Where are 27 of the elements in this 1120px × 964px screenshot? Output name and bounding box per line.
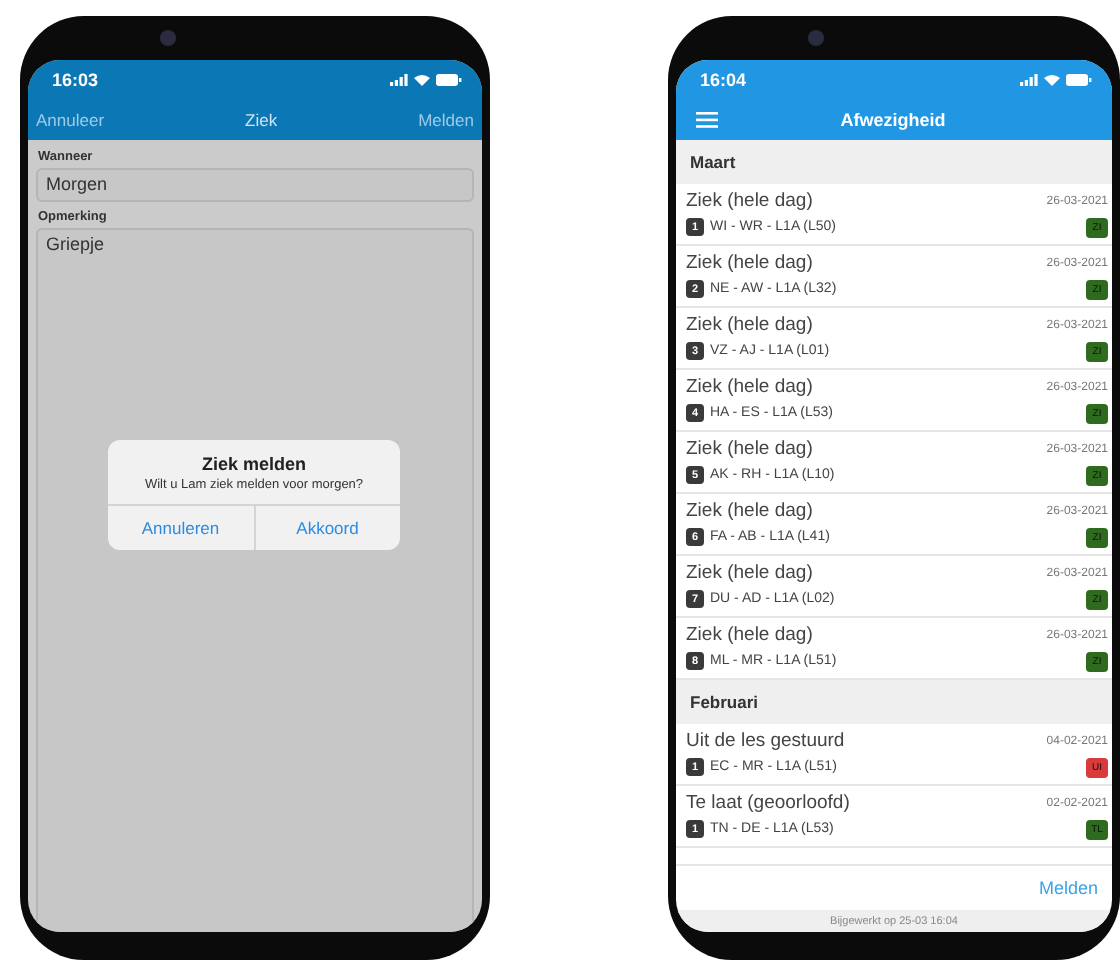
wifi-icon bbox=[414, 74, 430, 86]
absence-title: Ziek (hele dag) bbox=[686, 314, 815, 337]
absence-title: Ziek (hele dag) bbox=[686, 562, 815, 585]
input-field[interactable]: Morgen bbox=[36, 168, 474, 202]
signal-icon bbox=[390, 74, 408, 86]
camera-icon bbox=[160, 30, 176, 46]
absence-title: Te laat (geoorloofd) bbox=[686, 792, 852, 815]
absence-title: Ziek (hele dag) bbox=[686, 252, 815, 275]
screen-title: Ziek bbox=[245, 110, 278, 130]
camera-icon bbox=[808, 30, 824, 46]
absence-title: Ziek (hele dag) bbox=[686, 500, 815, 523]
absence-title: Ziek (hele dag) bbox=[686, 376, 815, 399]
absence-title: Ziek (hele dag) bbox=[686, 190, 815, 213]
status-time: 16:03 bbox=[52, 70, 99, 90]
absence-title: Ziek (hele dag) bbox=[686, 438, 815, 461]
section-header: Februari bbox=[676, 680, 1112, 724]
section-header: Maart bbox=[676, 140, 1112, 184]
screen-title: Afwezigheid bbox=[838, 110, 948, 130]
dialog-title: Ziek melden bbox=[201, 454, 307, 474]
absence-title: Uit de les gestuurd bbox=[686, 730, 847, 753]
menu-icon[interactable] bbox=[696, 112, 718, 128]
absence-title: Ziek (hele dag) bbox=[686, 624, 815, 647]
status-time: 16:04 bbox=[700, 70, 747, 90]
battery-icon bbox=[1066, 74, 1092, 86]
battery-icon bbox=[436, 74, 462, 86]
wifi-icon bbox=[1044, 74, 1060, 86]
signal-icon bbox=[1020, 74, 1038, 86]
